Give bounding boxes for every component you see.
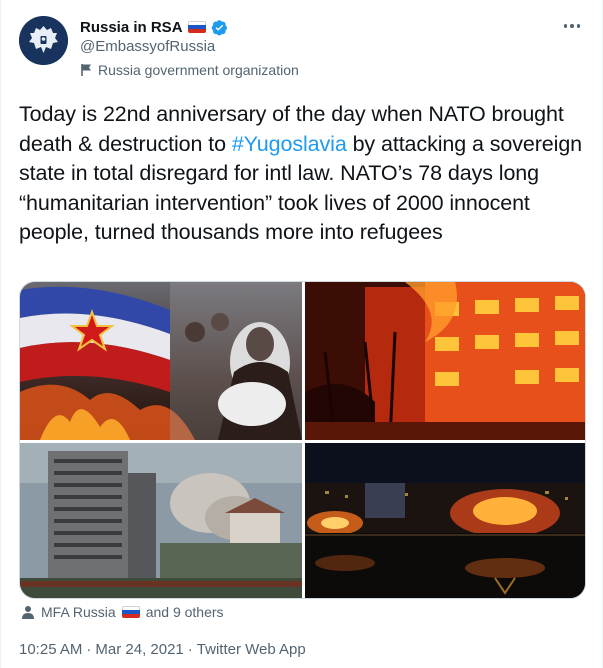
meta-separator: · bbox=[86, 641, 92, 658]
meta-separator: · bbox=[187, 641, 193, 658]
tweet-text: Today is 22nd anniversary of the day whe… bbox=[19, 100, 589, 248]
russia-flag-icon bbox=[187, 21, 206, 33]
more-dots-icon[interactable] bbox=[560, 14, 584, 38]
photo-flag-refugees[interactable] bbox=[20, 282, 302, 440]
handle[interactable]: @EmbassyofRussia bbox=[80, 38, 215, 55]
government-label-text: Russia government organization bbox=[98, 62, 299, 78]
tweet-card: Russia in RSA @EmbassyofRussia Russia go… bbox=[0, 0, 603, 668]
media-grid bbox=[19, 281, 586, 599]
photo-burning-building[interactable] bbox=[305, 282, 585, 440]
tagged-rest: and 9 others bbox=[145, 604, 224, 620]
flag-outline-icon bbox=[81, 64, 91, 76]
tagged-first: MFA Russia bbox=[41, 604, 116, 620]
tweet-date[interactable]: Mar 24, 2021 bbox=[95, 641, 183, 658]
tweet-meta: 10:25 AM · Mar 24, 2021 · Twitter Web Ap… bbox=[19, 641, 306, 658]
tweet-time[interactable]: 10:25 AM bbox=[19, 641, 82, 658]
russia-flag-icon bbox=[121, 606, 140, 618]
coat-of-arms-icon bbox=[19, 16, 68, 65]
tagged-users[interactable]: MFA Russia and 9 others bbox=[21, 604, 224, 620]
name-row: Russia in RSA bbox=[80, 17, 228, 37]
person-icon bbox=[22, 606, 34, 619]
photo-night-bombing[interactable] bbox=[305, 443, 585, 598]
avatar[interactable] bbox=[19, 16, 68, 65]
display-name[interactable]: Russia in RSA bbox=[80, 19, 183, 36]
verified-badge-icon bbox=[211, 19, 227, 35]
tweet-source[interactable]: Twitter Web App bbox=[197, 641, 306, 658]
government-label: Russia government organization bbox=[80, 62, 299, 78]
hashtag-link[interactable]: #Yugoslavia bbox=[232, 132, 347, 156]
photo-ruined-city[interactable] bbox=[20, 443, 302, 598]
